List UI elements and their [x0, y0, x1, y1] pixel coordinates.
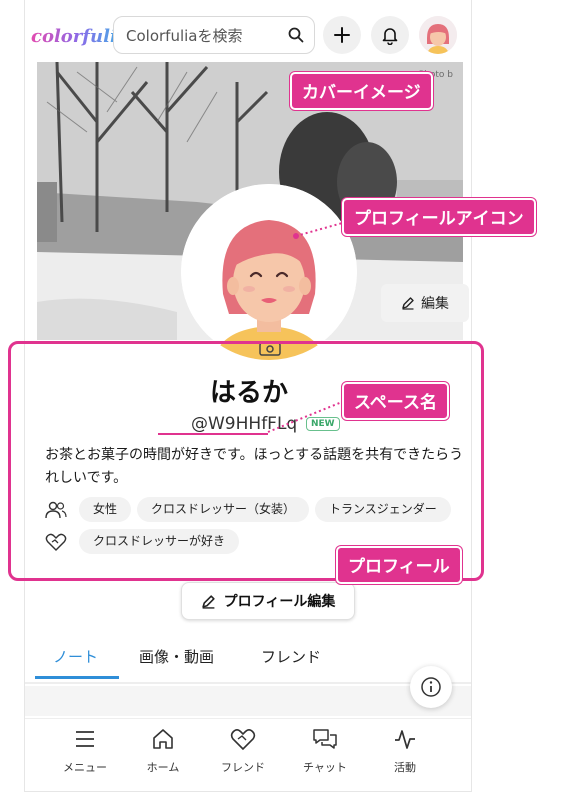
- nav-friends[interactable]: フレンド: [203, 727, 283, 775]
- nav-home-label: ホーム: [146, 761, 180, 774]
- cover-image-callout: カバーイメージ: [290, 72, 433, 110]
- user-avatar[interactable]: [419, 16, 457, 54]
- bottom-navigation: メニュー ホーム フレンド チャット 活動: [25, 718, 471, 791]
- pencil-icon: [201, 594, 215, 609]
- active-tab-indicator: [35, 676, 119, 679]
- search-icon[interactable]: [288, 27, 304, 47]
- edit-cover-label: 編集: [421, 296, 449, 312]
- tab-media[interactable]: 画像・動画: [139, 646, 214, 667]
- plus-icon: [334, 27, 350, 43]
- edit-cover-button[interactable]: 編集: [381, 284, 469, 322]
- menu-icon: [76, 731, 94, 747]
- info-icon: [421, 677, 441, 697]
- feed-area: [25, 686, 471, 716]
- search-box[interactable]: [113, 16, 315, 54]
- chat-icon: [313, 729, 337, 749]
- profile-avatar[interactable]: [181, 184, 357, 360]
- pencil-icon: [402, 297, 414, 310]
- profile-callout: プロフィール: [336, 546, 462, 584]
- tab-friends[interactable]: フレンド: [261, 646, 321, 667]
- nav-home[interactable]: ホーム: [123, 727, 203, 775]
- friends-icon: [230, 728, 256, 751]
- edit-profile-button[interactable]: プロフィール編集: [181, 582, 355, 620]
- info-button[interactable]: [410, 666, 452, 708]
- create-button[interactable]: [323, 16, 361, 54]
- activity-icon: [395, 730, 415, 749]
- nav-menu[interactable]: メニュー: [45, 727, 125, 775]
- notifications-button[interactable]: [371, 16, 409, 54]
- nav-activity-label: 活動: [394, 761, 416, 774]
- tab-notes[interactable]: ノート: [53, 646, 98, 667]
- nav-menu-label: メニュー: [63, 761, 107, 774]
- top-header: colorfulia: [25, 0, 471, 64]
- home-icon: [153, 729, 173, 749]
- nav-chat[interactable]: チャット: [285, 727, 365, 775]
- nav-chat-label: チャット: [303, 761, 347, 774]
- nav-friends-label: フレンド: [221, 761, 265, 774]
- profile-highlight-frame: [8, 341, 484, 581]
- tabs-divider: [25, 682, 471, 684]
- edit-profile-label: プロフィール編集: [223, 594, 336, 610]
- bell-icon: [382, 28, 398, 45]
- search-input[interactable]: [126, 25, 286, 47]
- space-name-callout: スペース名: [342, 382, 449, 420]
- profile-icon-callout: プロフィールアイコン: [342, 198, 536, 236]
- nav-activity[interactable]: 活動: [365, 727, 445, 775]
